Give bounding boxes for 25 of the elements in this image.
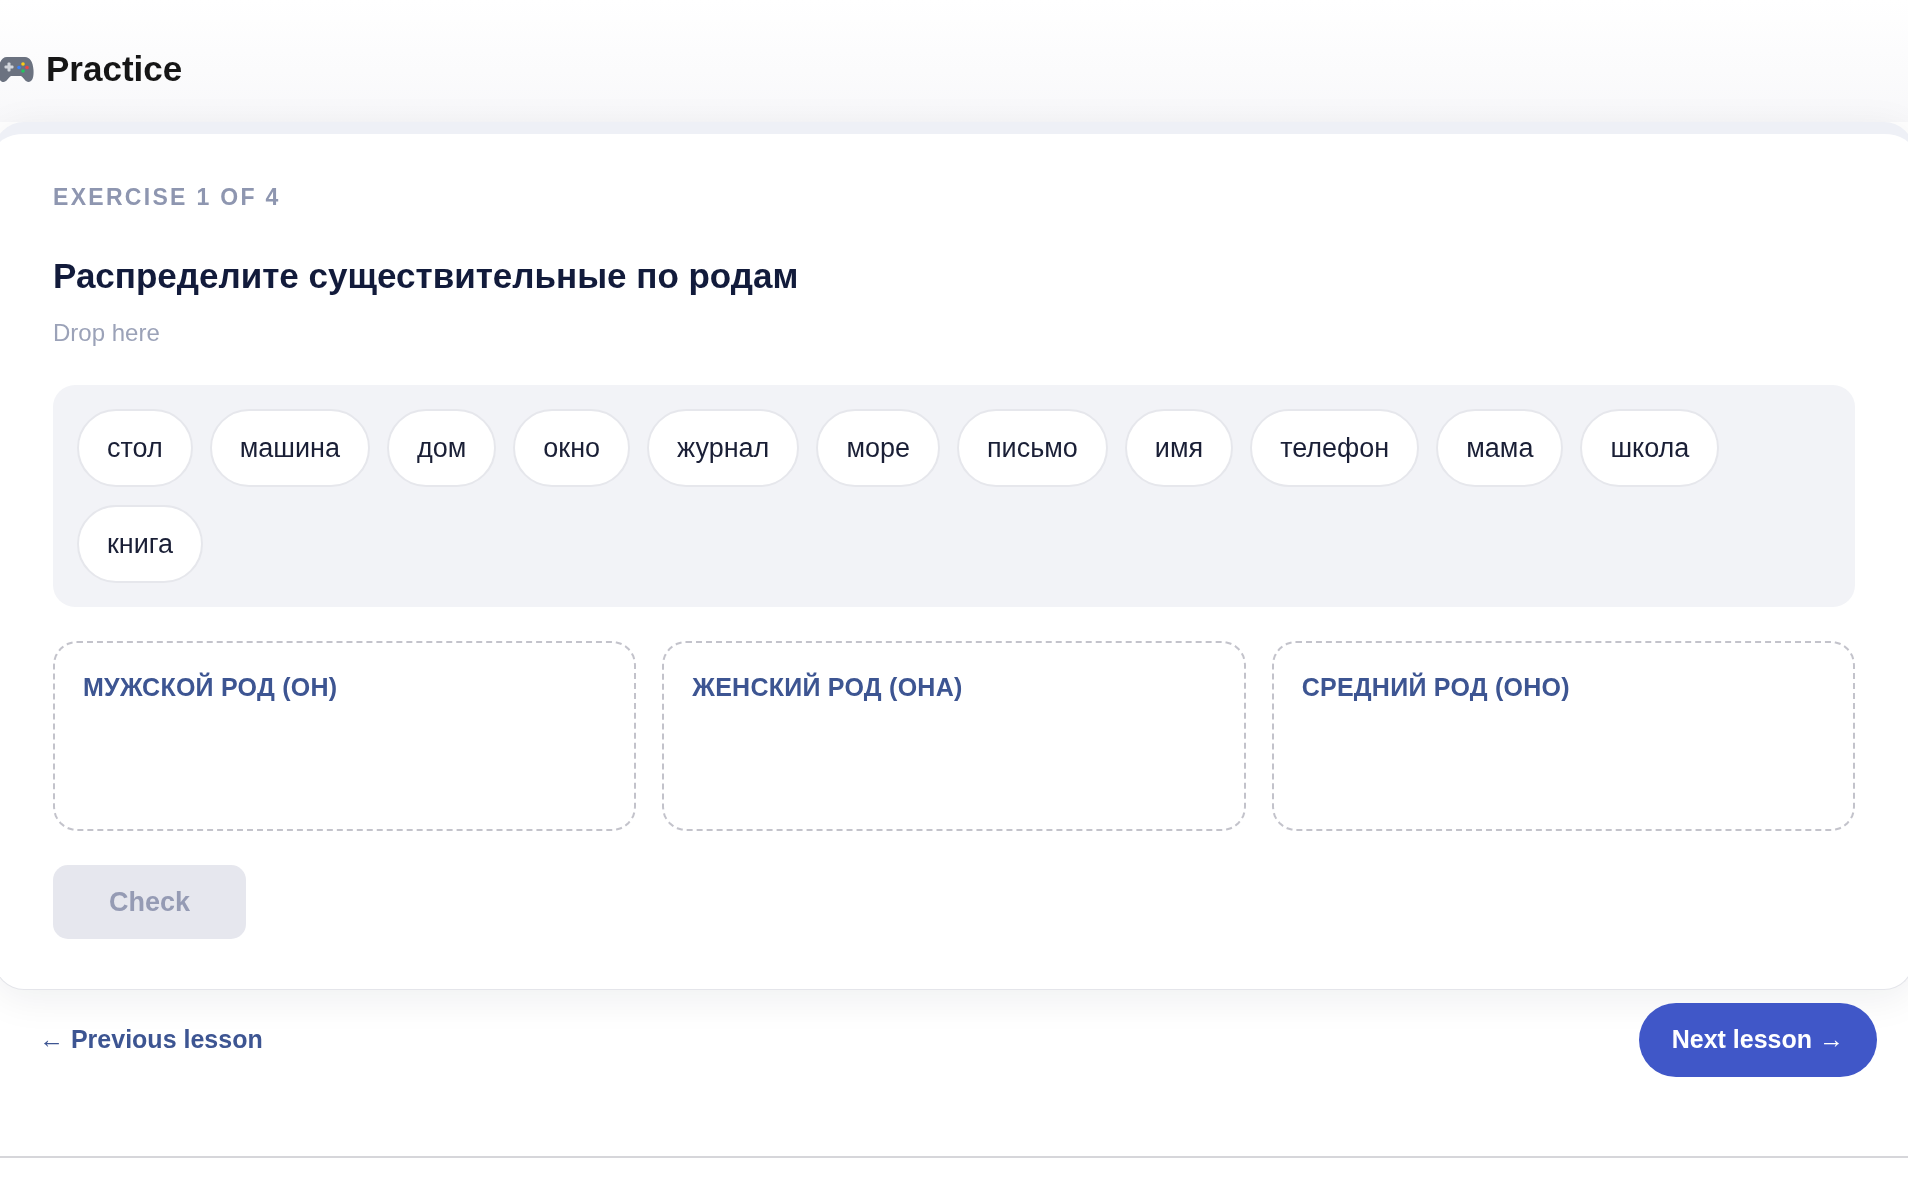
word-chip[interactable]: окно [513, 409, 631, 487]
drop-zone[interactable]: СРЕДНИЙ РОД (ОНО) [1271, 641, 1855, 831]
next-lesson-button[interactable]: Next lesson → [1638, 1003, 1877, 1077]
gamepad-icon [0, 54, 34, 84]
word-chip[interactable]: телефон [1250, 409, 1420, 487]
exercise-counter: EXERCISE 1 OF 4 [53, 183, 282, 211]
word-chip[interactable]: машина [209, 409, 370, 487]
page-title: Practice [46, 48, 183, 90]
drop-hint: Drop here [53, 318, 161, 348]
word-chip[interactable]: журнал [647, 409, 800, 487]
word-chip[interactable]: мама [1436, 409, 1564, 487]
word-chip[interactable]: имя [1124, 409, 1234, 487]
drop-zone-label: ЖЕНСКИЙ РОД (ОНА) [692, 671, 963, 703]
word-chip[interactable]: школа [1580, 409, 1720, 487]
word-chip[interactable]: книга [77, 505, 204, 583]
drop-zone-label: МУЖСКОЙ РОД (ОН) [83, 671, 338, 703]
drop-zone[interactable]: ЖЕНСКИЙ РОД (ОНА) [662, 641, 1246, 831]
word-chip[interactable]: письмо [957, 409, 1108, 487]
word-chip[interactable]: море [816, 409, 940, 487]
drop-zone-label: СРЕДНИЙ РОД (ОНО) [1301, 671, 1570, 703]
word-chip[interactable]: стол [77, 409, 193, 487]
drop-zone[interactable]: МУЖСКОЙ РОД (ОН) [53, 641, 637, 831]
word-chip[interactable]: дом [387, 409, 497, 487]
previous-lesson-link[interactable]: ← Previous lesson [39, 1021, 263, 1059]
exercise-prompt: Распределите существительные по родам [53, 255, 800, 297]
